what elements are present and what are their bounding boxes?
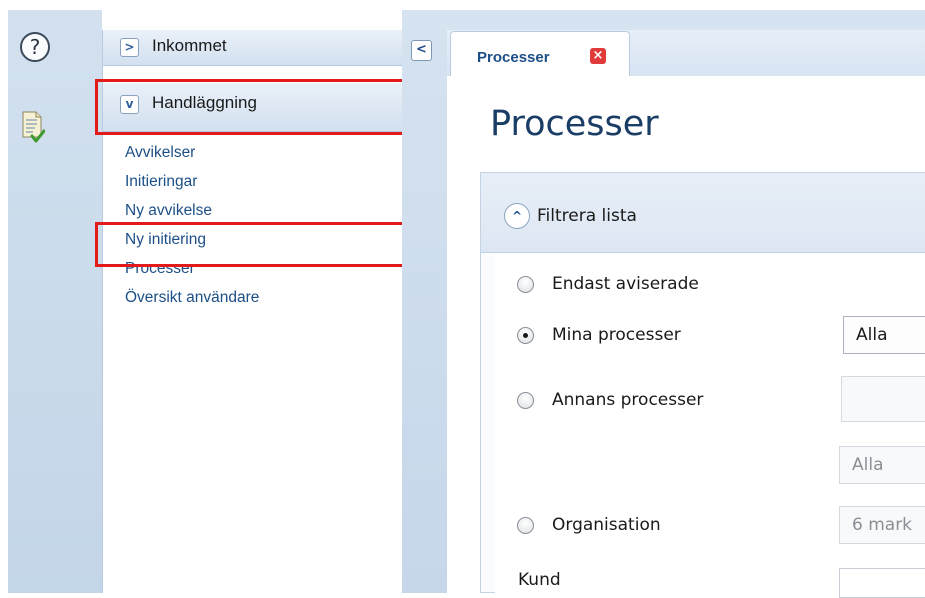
- option-label-organisation: Organisation: [552, 515, 661, 535]
- highlight-handlaggning: [95, 79, 409, 135]
- radio-endast-aviserade[interactable]: [517, 276, 534, 293]
- option-label-endast-aviserade: Endast aviserade: [552, 274, 699, 294]
- chevron-up-icon[interactable]: ^: [504, 203, 530, 229]
- tab-label: Processer: [477, 49, 550, 66]
- close-tab-icon[interactable]: ×: [590, 48, 606, 64]
- organisation-select[interactable]: 6 mark: [839, 506, 925, 544]
- collapse-panel-button[interactable]: <: [411, 40, 432, 61]
- nav-section-inkommet[interactable]: > Inkommet: [103, 30, 403, 66]
- top-band: [402, 10, 925, 30]
- page-title: Processer: [490, 104, 659, 144]
- option-label-mina-processer: Mina processer: [552, 325, 681, 345]
- panel-splitter: [402, 30, 447, 593]
- option-label-annans-processer: Annans processer: [552, 390, 704, 410]
- annans-processer-field[interactable]: [841, 376, 925, 422]
- radio-annans-processer[interactable]: [517, 392, 534, 409]
- kund-label: Kund: [518, 570, 561, 590]
- icon-rail: [8, 10, 102, 593]
- nav-item-avvikelser[interactable]: Avvikelser: [125, 142, 259, 171]
- highlight-ny-initiering: [95, 222, 409, 267]
- document-check-icon[interactable]: [21, 110, 46, 144]
- nav-item-initieringar[interactable]: Initieringar: [125, 171, 259, 200]
- chevron-right-icon[interactable]: >: [120, 38, 139, 57]
- filter-title[interactable]: Filtrera lista: [537, 206, 637, 226]
- radio-organisation[interactable]: [517, 517, 534, 534]
- mina-processer-select[interactable]: Alla: [843, 316, 925, 354]
- nav-item-oversikt-anvandare[interactable]: Översikt användare: [125, 287, 259, 316]
- kund-input[interactable]: [839, 568, 925, 598]
- tab-processer[interactable]: Processer ×: [450, 31, 630, 77]
- annans-scope-select[interactable]: Alla: [839, 446, 925, 484]
- radio-mina-processer[interactable]: [517, 327, 534, 344]
- nav-section-label: Inkommet: [152, 36, 227, 55]
- help-icon[interactable]: ?: [20, 32, 50, 62]
